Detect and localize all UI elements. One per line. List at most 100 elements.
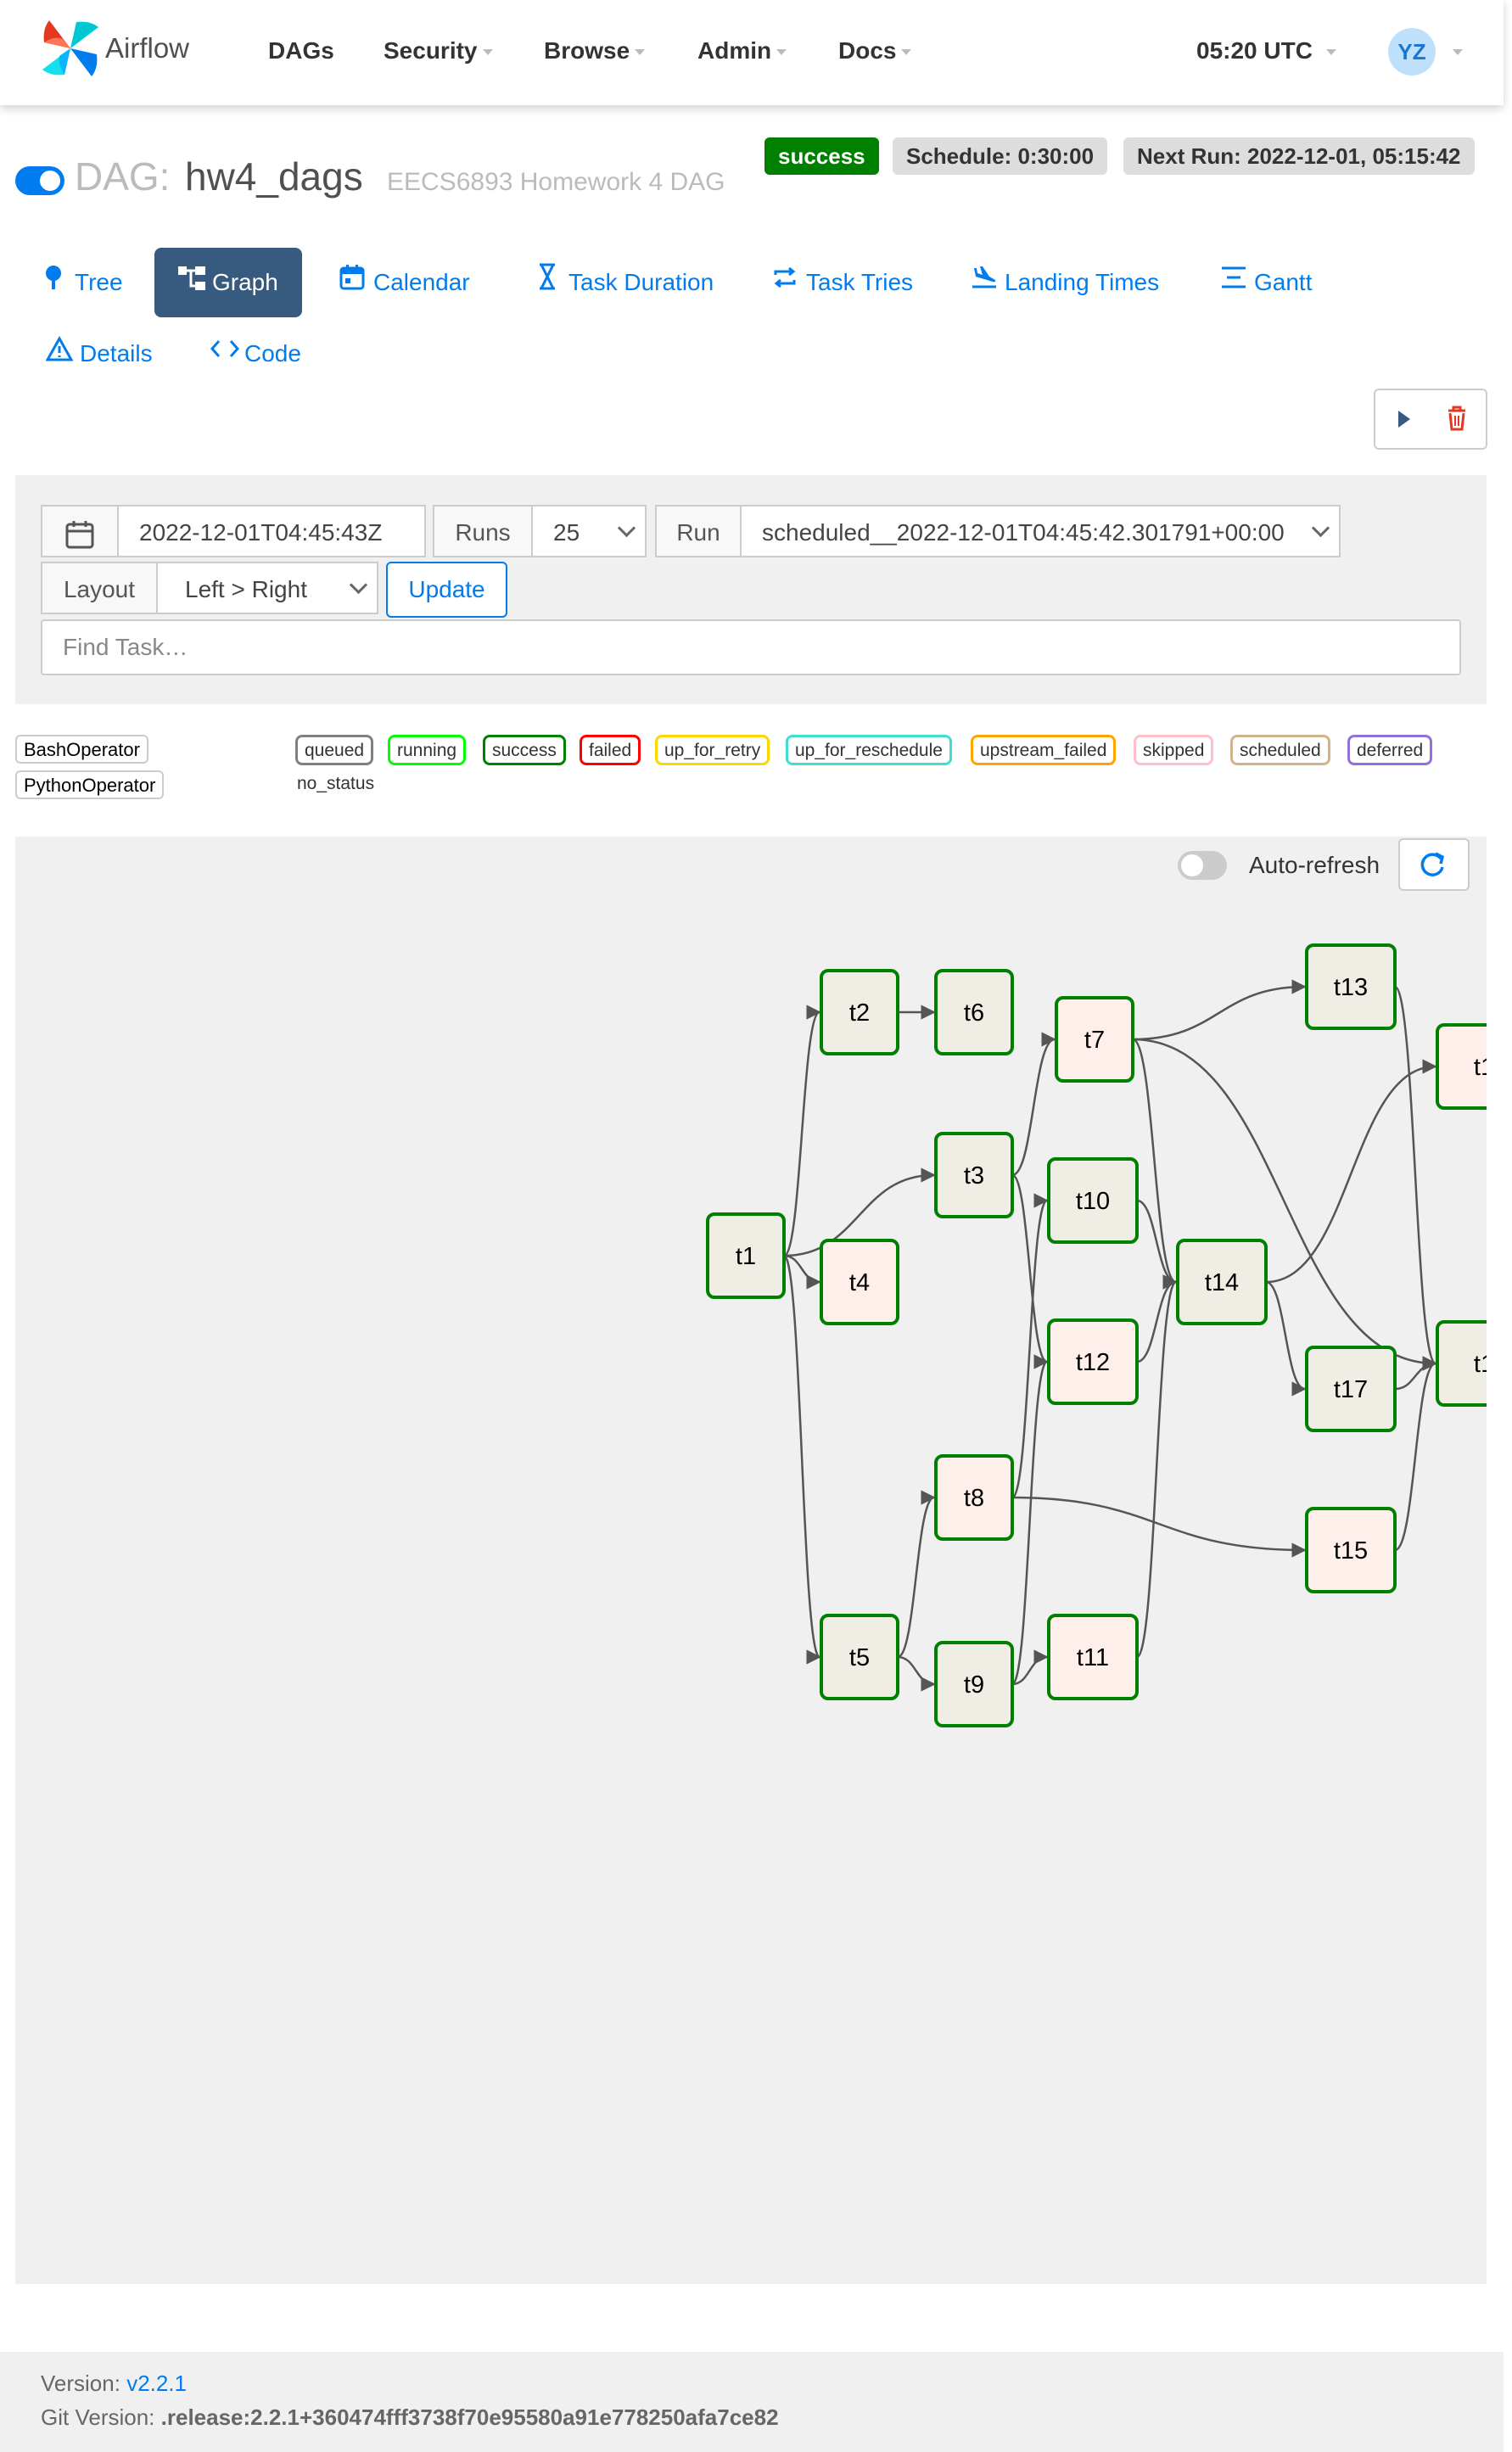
task-node-t17[interactable]: t17: [1305, 1346, 1397, 1432]
dag-description: EECS6893 Homework 4 DAG: [387, 168, 725, 196]
dag-state-badge: success: [764, 137, 879, 175]
graph-icon: [178, 248, 205, 317]
task-node-t4[interactable]: t4: [820, 1239, 899, 1325]
task-node-t7[interactable]: t7: [1055, 996, 1134, 1083]
tab-graph[interactable]: Graph: [154, 248, 302, 317]
task-node-t11[interactable]: t11: [1047, 1614, 1139, 1700]
task-node-label: t1: [736, 1243, 756, 1270]
brand-name[interactable]: Airflow: [105, 27, 189, 70]
legend-state-deferred[interactable]: deferred: [1347, 735, 1433, 765]
schedule-badge: Schedule: 0:30:00: [893, 137, 1108, 175]
edge-t9-t12: [1011, 1354, 1049, 1686]
legend-state-up-for-reschedule[interactable]: up_for_reschedule: [786, 735, 952, 765]
caret-down-icon: [482, 49, 493, 56]
layout-select[interactable]: Left > Right: [156, 562, 378, 614]
task-node-label: t15: [1334, 1537, 1368, 1565]
user-avatar[interactable]: YZ: [1388, 28, 1436, 76]
nav-browse[interactable]: Browse: [544, 34, 646, 68]
tree-icon: [41, 248, 66, 317]
runs-select[interactable]: 25: [531, 505, 647, 557]
legend-state-success[interactable]: success: [483, 735, 566, 765]
task-node-t18[interactable]: t1: [1436, 1320, 1487, 1407]
auto-refresh-toggle[interactable]: [1178, 851, 1227, 880]
calendar-icon: [65, 520, 94, 549]
nav-dags[interactable]: DAGs: [268, 34, 334, 68]
task-node-t10[interactable]: t10: [1047, 1157, 1139, 1244]
legend-state-scheduled[interactable]: scheduled: [1230, 735, 1330, 765]
legend-state-skipped[interactable]: skipped: [1134, 735, 1214, 765]
version-link[interactable]: v2.2.1: [126, 2371, 187, 2396]
tab-task-tries[interactable]: Task Tries: [772, 248, 913, 317]
edge-t5-t9: [897, 1655, 936, 1692]
task-node-label: t8: [964, 1485, 984, 1512]
legend-state-upstream-failed[interactable]: upstream_failed: [971, 735, 1117, 765]
refresh-icon: [1420, 852, 1445, 876]
refresh-button[interactable]: [1398, 838, 1470, 891]
task-node-t5[interactable]: t5: [820, 1614, 899, 1700]
utc-clock[interactable]: 05:20 UTC: [1196, 34, 1336, 68]
date-picker-addon[interactable]: [41, 505, 119, 557]
airflow-logo-icon[interactable]: [39, 17, 102, 80]
tab-landing-times[interactable]: Landing Times: [971, 248, 1159, 317]
task-node-t3[interactable]: t3: [934, 1132, 1014, 1218]
chevron-down-icon: [349, 575, 368, 595]
task-node-t2[interactable]: t2: [820, 969, 899, 1055]
tab-gantt[interactable]: Gantt: [1220, 248, 1312, 317]
task-node-t8[interactable]: t8: [934, 1454, 1014, 1541]
tab-details[interactable]: Details: [45, 319, 153, 389]
repeat-icon: [772, 248, 798, 317]
dag-pause-toggle[interactable]: [15, 166, 64, 195]
task-node-t16[interactable]: t1: [1436, 1023, 1487, 1110]
tab-task-duration[interactable]: Task Duration: [535, 248, 714, 317]
task-node-t12[interactable]: t12: [1047, 1318, 1139, 1405]
task-node-t13[interactable]: t13: [1305, 943, 1397, 1030]
nav-docs[interactable]: Docs: [838, 34, 912, 68]
code-icon: [210, 319, 240, 389]
user-menu-caret-icon[interactable]: [1453, 49, 1463, 55]
next-run-badge: Next Run: 2022-12-01, 05:15:42: [1123, 137, 1475, 175]
nav-security[interactable]: Security: [384, 34, 493, 68]
task-node-label: t2: [849, 999, 870, 1027]
find-task-input[interactable]: Find Task…: [41, 619, 1461, 675]
dag-title-prefix: DAG:: [75, 154, 171, 199]
nav-admin[interactable]: Admin: [697, 34, 787, 68]
layout-label: Layout: [41, 562, 158, 614]
caret-down-icon: [901, 49, 912, 56]
tab-calendar[interactable]: Calendar: [339, 248, 470, 317]
footer-git-version: Git Version: .release:2.2.1+360474fff373…: [41, 2404, 779, 2430]
tab-code[interactable]: Code: [210, 319, 301, 389]
gantt-icon: [1220, 248, 1246, 317]
task-node-t14[interactable]: t14: [1176, 1239, 1268, 1325]
task-node-t1[interactable]: t1: [706, 1212, 786, 1299]
auto-refresh-label: Auto-refresh: [1249, 852, 1380, 878]
tab-tree[interactable]: Tree: [41, 248, 123, 317]
dag-graph-canvas[interactable]: t1 t2 t3 t4 t5 t6 t7 t8 t9 t10 t11 t12 t13 t14 t15 t17 t…: [15, 837, 1487, 2284]
edge-t7-t13: [1132, 979, 1307, 1041]
legend-state-queued[interactable]: queued: [295, 735, 374, 765]
edge-t7-t14: [1132, 1038, 1178, 1290]
legend-bash-operator: BashOperator: [15, 735, 148, 764]
task-node-label: t12: [1076, 1349, 1110, 1376]
base-date-input[interactable]: 2022-12-01T04:45:43Z: [117, 505, 426, 557]
edge-t10-t14: [1136, 1199, 1178, 1290]
task-node-t15[interactable]: t15: [1305, 1507, 1397, 1593]
legend-state-up-for-retry[interactable]: up_for_retry: [655, 735, 770, 765]
run-select[interactable]: scheduled__2022-12-01T04:45:42.301791+00…: [740, 505, 1341, 557]
calendar-icon: [339, 248, 365, 317]
edge-t8-t10: [1011, 1193, 1049, 1499]
dag-graph-svg[interactable]: t1 t2 t3 t4 t5 t6 t7 t8 t9 t10 t11 t12 t13 t14 t15 t17 t…: [15, 837, 1487, 2284]
task-node-t9[interactable]: t9: [934, 1641, 1014, 1727]
delete-dag-button[interactable]: [1430, 389, 1487, 450]
edge-t1-t2: [783, 1005, 821, 1257]
update-button[interactable]: Update: [386, 562, 507, 618]
task-node-label: t6: [964, 999, 984, 1027]
legend-state-failed[interactable]: failed: [580, 735, 641, 765]
footer-version: Version: v2.2.1: [41, 2371, 188, 2396]
legend-state-no-status[interactable]: no_status: [297, 774, 374, 794]
trigger-dag-button[interactable]: [1374, 389, 1433, 450]
navbar: Airflow DAGs Security Browse Admin Docs …: [0, 0, 1504, 105]
trash-icon: [1448, 406, 1465, 431]
legend-state-running[interactable]: running: [388, 735, 467, 765]
task-node-t6[interactable]: t6: [934, 969, 1014, 1055]
footer: Version: v2.2.1 Git Version: .release:2.…: [0, 2352, 1504, 2452]
